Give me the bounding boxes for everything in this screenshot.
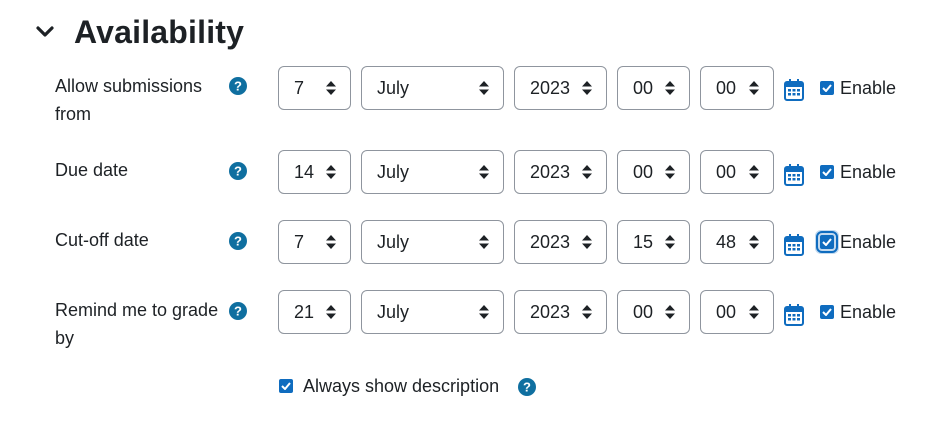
- year-select[interactable]: 2023: [514, 66, 607, 110]
- svg-text:?: ?: [234, 79, 242, 94]
- date-row-allow-submissions: Allow submissions from ? 7 July 2023 00 …: [0, 66, 948, 124]
- calendar-icon[interactable]: [784, 79, 804, 101]
- day-select[interactable]: 21: [278, 290, 351, 334]
- select-caret-icon: [749, 305, 759, 319]
- help-icon[interactable]: ?: [229, 302, 247, 320]
- calendar-icon[interactable]: [784, 304, 804, 326]
- day-select[interactable]: 14: [278, 150, 351, 194]
- field-label: Due date: [55, 160, 129, 180]
- chevron-down-icon[interactable]: [34, 21, 56, 43]
- enable-label[interactable]: Enable: [840, 162, 896, 183]
- svg-text:?: ?: [523, 380, 531, 395]
- checkmark-icon: [281, 382, 291, 390]
- date-row-remind-to-grade: Remind me to grade by ? 21 July 2023 00 …: [0, 290, 948, 348]
- help-icon[interactable]: ?: [518, 378, 536, 396]
- month-select[interactable]: July: [361, 66, 504, 110]
- year-select[interactable]: 2023: [514, 290, 607, 334]
- select-caret-icon: [326, 165, 336, 179]
- enable-checkbox[interactable]: [820, 165, 834, 179]
- help-icon[interactable]: ?: [229, 232, 247, 250]
- select-caret-icon: [582, 235, 592, 249]
- hour-select[interactable]: 00: [617, 150, 690, 194]
- checkmark-icon: [822, 84, 832, 92]
- checkmark-icon: [822, 168, 832, 176]
- minute-select[interactable]: 48: [700, 220, 774, 264]
- select-caret-icon: [479, 165, 489, 179]
- minute-select[interactable]: 00: [700, 150, 774, 194]
- checkmark-icon: [822, 308, 832, 316]
- month-select[interactable]: July: [361, 290, 504, 334]
- hour-select[interactable]: 00: [617, 66, 690, 110]
- enable-checkbox[interactable]: [820, 305, 834, 319]
- select-caret-icon: [582, 81, 592, 95]
- select-caret-icon: [479, 305, 489, 319]
- enable-label[interactable]: Enable: [840, 232, 896, 253]
- year-select[interactable]: 2023: [514, 220, 607, 264]
- date-row-cut-off-date: Cut-off date ? 7 July 2023 15 48 Enable: [0, 220, 948, 264]
- date-row-due-date: Due date ? 14 July 2023 00 00 Enable: [0, 150, 948, 194]
- select-caret-icon: [665, 305, 675, 319]
- minute-select[interactable]: 00: [700, 66, 774, 110]
- always-show-description-checkbox[interactable]: [279, 379, 293, 393]
- select-caret-icon: [326, 81, 336, 95]
- enable-checkbox[interactable]: [816, 231, 838, 253]
- select-caret-icon: [749, 235, 759, 249]
- calendar-icon[interactable]: [784, 234, 804, 256]
- hour-select[interactable]: 00: [617, 290, 690, 334]
- checkmark-icon: [822, 238, 832, 246]
- svg-text:?: ?: [234, 164, 242, 179]
- field-label: Allow submissions from: [55, 76, 203, 124]
- select-caret-icon: [582, 165, 592, 179]
- select-caret-icon: [479, 235, 489, 249]
- section-header[interactable]: Availability: [34, 10, 244, 54]
- select-caret-icon: [665, 81, 675, 95]
- select-caret-icon: [582, 305, 592, 319]
- field-label: Remind me to grade by: [55, 300, 219, 348]
- help-icon[interactable]: ?: [229, 77, 247, 95]
- always-show-description-label[interactable]: Always show description: [303, 376, 499, 397]
- select-caret-icon: [326, 305, 336, 319]
- select-caret-icon: [326, 235, 336, 249]
- day-select[interactable]: 7: [278, 66, 351, 110]
- month-select[interactable]: July: [361, 150, 504, 194]
- hour-select[interactable]: 15: [617, 220, 690, 264]
- minute-select[interactable]: 00: [700, 290, 774, 334]
- enable-checkbox[interactable]: [820, 81, 834, 95]
- calendar-icon[interactable]: [784, 164, 804, 186]
- select-caret-icon: [749, 165, 759, 179]
- select-caret-icon: [665, 165, 675, 179]
- enable-label[interactable]: Enable: [840, 78, 896, 99]
- help-icon[interactable]: ?: [229, 162, 247, 180]
- section-title: Availability: [74, 13, 245, 50]
- svg-text:?: ?: [234, 304, 242, 319]
- svg-text:?: ?: [234, 234, 242, 249]
- select-caret-icon: [665, 235, 675, 249]
- month-select[interactable]: July: [361, 220, 504, 264]
- select-caret-icon: [479, 81, 489, 95]
- enable-label[interactable]: Enable: [840, 302, 896, 323]
- year-select[interactable]: 2023: [514, 150, 607, 194]
- select-caret-icon: [749, 81, 759, 95]
- day-select[interactable]: 7: [278, 220, 351, 264]
- field-label: Cut-off date: [55, 230, 149, 250]
